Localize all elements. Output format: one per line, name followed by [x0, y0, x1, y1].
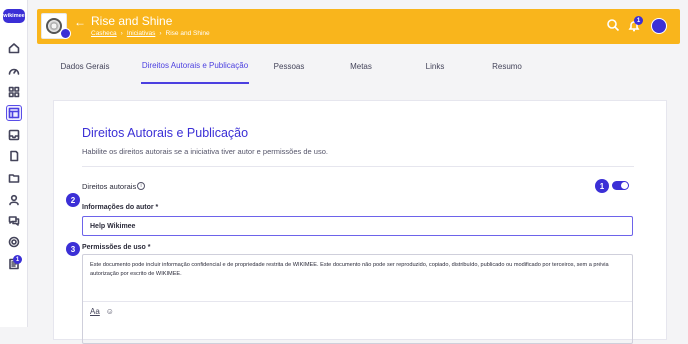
copyright-label: Direitos autorais: [82, 182, 137, 191]
breadcrumb-current: Rise and Shine: [165, 30, 210, 37]
user-avatar[interactable]: [651, 18, 667, 34]
tab-links[interactable]: Links: [407, 50, 463, 84]
document-icon[interactable]: [6, 148, 22, 164]
author-label: Informações do autor *: [82, 204, 159, 211]
section-divider: [82, 166, 634, 167]
user-icon[interactable]: [6, 192, 22, 208]
home-icon[interactable]: [6, 40, 22, 56]
permissions-textarea[interactable]: Este documento pode incluir informação c…: [82, 254, 633, 344]
wikimee-logo[interactable]: wikimee: [3, 9, 25, 23]
owner-avatar: [60, 28, 71, 39]
tab-bar: Dados Gerais Direitos Autorais e Publica…: [37, 50, 680, 84]
sidebar-notification-badge: 1: [13, 255, 22, 264]
copyright-form-card: Direitos Autorais e Publicação Habilite …: [53, 100, 667, 344]
breadcrumb: Casheca › Iniciativas › Rise and Shine: [91, 30, 210, 37]
page-title: Rise and Shine: [91, 14, 173, 28]
copyright-toggle[interactable]: [612, 181, 629, 190]
initiatives-icon[interactable]: [6, 105, 22, 121]
text-format-button[interactable]: Aa: [90, 307, 100, 316]
step-badge-2: 2: [66, 193, 80, 207]
inbox-icon[interactable]: [6, 127, 22, 143]
permissions-text: Este documento pode incluir informação c…: [90, 262, 609, 277]
section-subtitle: Habilite os direitos autorais se a inici…: [82, 147, 328, 156]
back-arrow-icon[interactable]: ←: [74, 15, 86, 29]
notification-count-badge: 1: [634, 16, 643, 25]
permissions-label: Permissões de uso *: [82, 244, 151, 251]
tab-dados-gerais[interactable]: Dados Gerais: [37, 50, 133, 84]
sidebar: wikimee 1: [0, 0, 28, 327]
breadcrumb-iniciativas[interactable]: Iniciativas: [127, 30, 156, 37]
initiative-header: ← Rise and Shine Casheca › Iniciativas ›…: [37, 9, 680, 44]
breadcrumb-separator: ›: [120, 30, 123, 37]
tab-resumo[interactable]: Resumo: [477, 50, 537, 84]
tab-direitos-autorais[interactable]: Direitos Autorais e Publicação: [141, 50, 249, 84]
step-badge-1: 1: [595, 179, 609, 193]
search-icon[interactable]: [606, 18, 620, 32]
breadcrumb-casheca[interactable]: Casheca: [91, 30, 117, 37]
editor-toolbar: Aa ☺: [90, 307, 114, 316]
gauge-icon[interactable]: [6, 63, 22, 79]
tab-metas[interactable]: Metas: [333, 50, 389, 84]
grid-icon[interactable]: [6, 84, 22, 100]
breadcrumb-separator: ›: [159, 30, 162, 37]
step-badge-3: 3: [66, 242, 80, 256]
tab-pessoas[interactable]: Pessoas: [257, 50, 321, 84]
info-icon[interactable]: i: [137, 182, 145, 190]
section-title: Direitos Autorais e Publicação: [82, 126, 249, 140]
editor-divider: [83, 301, 632, 302]
help-icon[interactable]: [6, 234, 22, 250]
emoji-icon[interactable]: ☺: [106, 307, 114, 316]
chat-icon[interactable]: [6, 213, 22, 229]
folder-icon[interactable]: [6, 170, 22, 186]
author-input[interactable]: Help Wikimee: [82, 216, 633, 236]
